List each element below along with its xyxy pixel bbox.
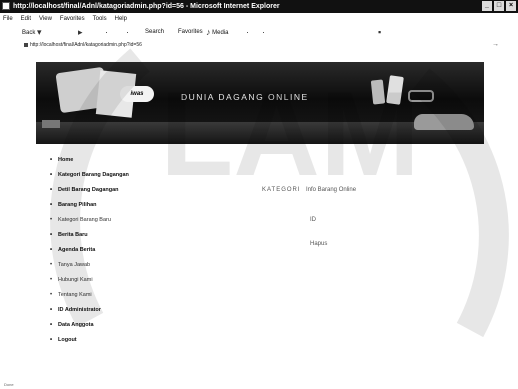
nav-item-label: Detil Barang Dagangan — [58, 187, 119, 193]
menu-favorites[interactable]: Favorites — [60, 14, 85, 24]
title-bar: http://localhost/final/Adnl/katagoriadmi… — [0, 0, 518, 13]
bullet-icon: • — [50, 277, 53, 283]
nav-item-kategori-baru[interactable]: • Kategori Barang Baru — [50, 214, 111, 226]
media-icon: ♪ — [206, 27, 211, 37]
dropdown-icon: ▾ — [37, 27, 42, 37]
refresh-button[interactable]: · — [126, 25, 129, 41]
stop-icon: · — [105, 27, 108, 37]
category-value: Info Barang Online — [306, 187, 357, 193]
page-icon — [24, 43, 28, 47]
nav-item-label: ID Administrator — [58, 307, 101, 313]
history-button[interactable]: · — [246, 25, 249, 41]
bullet-icon: • — [50, 292, 53, 298]
back-button[interactable]: Back ▾ — [22, 25, 42, 41]
menu-file[interactable]: File — [3, 14, 13, 24]
nav-item-label: Agenda Berita — [58, 247, 96, 253]
category-label: KATEGORI — [262, 187, 301, 193]
browser-icon — [2, 2, 10, 10]
banner-car-image — [414, 114, 474, 130]
nav-item-label: Barang Pilihan — [58, 202, 97, 208]
toolbar: Back ▾ ▸ · · Search Favorites ♪ Media · … — [0, 25, 518, 40]
nav-item-admin[interactable]: • ID Administrator — [50, 304, 101, 316]
nav-item-label: Data Anggota — [58, 322, 94, 328]
maximize-icon[interactable]: □ — [494, 1, 504, 11]
mail-button[interactable]: · — [262, 25, 265, 41]
menu-edit[interactable]: Edit — [21, 14, 31, 24]
menu-bar: File Edit View Favorites Tools Help — [0, 14, 518, 24]
id-label: ID — [310, 217, 316, 223]
menu-help[interactable]: Help — [115, 14, 127, 24]
minimize-icon[interactable]: _ — [482, 1, 492, 11]
banner-left-tab — [42, 120, 60, 128]
address-bar: http://localhost/final/Adnl/katagoriadmi… — [0, 40, 518, 50]
stop-button[interactable]: · — [105, 25, 108, 41]
banner-phone-image — [370, 79, 386, 105]
menu-view[interactable]: View — [39, 14, 52, 24]
favorites-label: Favorites — [178, 29, 203, 35]
forward-icon: ▸ — [78, 27, 83, 37]
nav-item-home[interactable]: • Home — [50, 154, 73, 166]
nav-item-pilihan[interactable]: • Barang Pilihan — [50, 199, 97, 211]
bullet-icon: • — [50, 172, 53, 178]
nav-item-detil[interactable]: • Detil Barang Dagangan — [50, 184, 119, 196]
nav-item-label: Home — [58, 157, 74, 163]
nav-item-kategori[interactable]: • Kategori Barang Dagangan — [50, 169, 129, 181]
window-controls: _ □ × — [482, 1, 516, 11]
nav-item-anggota[interactable]: • Data Anggota — [50, 319, 94, 331]
bullet-icon: • — [50, 307, 53, 313]
banner-phone-image — [386, 75, 404, 105]
nav-item-berita[interactable]: • Berita Baru — [50, 229, 88, 241]
mail-icon: · — [262, 27, 265, 37]
menu-tools[interactable]: Tools — [93, 14, 107, 24]
bullet-icon: • — [50, 262, 53, 268]
banner-glasses-image — [408, 90, 434, 102]
search-label: Search — [145, 29, 165, 35]
banner-headline: DUNIA DAGANG ONLINE — [181, 92, 309, 102]
nav-item-label: Tentang Kami — [58, 292, 92, 298]
bullet-icon: • — [50, 187, 53, 193]
bullet-icon: • — [50, 337, 53, 343]
nav-item-label: Hubungi Kami — [58, 277, 93, 283]
status-text: Done — [4, 382, 14, 387]
nav-item-hubungi[interactable]: • Hubungi Kami — [50, 274, 93, 286]
forward-button[interactable]: ▸ — [78, 25, 83, 41]
bullet-icon: • — [50, 202, 53, 208]
bullet-icon: • — [50, 217, 53, 223]
go-icon[interactable]: → — [492, 40, 499, 50]
media-label: Media — [212, 30, 229, 36]
bullet-icon: • — [50, 232, 53, 238]
nav-item-agenda[interactable]: • Agenda Berita — [50, 244, 95, 256]
nav-item-tanya-jawab[interactable]: • Tanya Jawab — [50, 259, 90, 271]
nav-item-logout[interactable]: • Logout — [50, 334, 77, 346]
bullet-icon: • — [50, 322, 53, 328]
bullet-icon: • — [50, 157, 53, 163]
close-icon[interactable]: × — [506, 1, 516, 11]
print-button[interactable]: ▪ — [378, 25, 381, 41]
admin-nav: • Home • Kategori Barang Dagangan • Detil B… — [50, 154, 170, 354]
print-icon: ▪ — [378, 27, 382, 37]
nav-item-label: Berita Baru — [58, 232, 88, 238]
media-button[interactable]: ♪ Media — [206, 25, 229, 41]
back-label: Back — [22, 30, 36, 36]
nav-item-label: Kategori Barang Dagangan — [58, 172, 129, 178]
nav-item-tentang[interactable]: • Tentang Kami — [50, 289, 92, 301]
window-title: http://localhost/final/Adnl/katagoriadmi… — [13, 3, 280, 10]
nav-item-label: Logout — [58, 337, 77, 343]
search-button[interactable]: Search — [145, 25, 164, 40]
bullet-icon: • — [50, 247, 53, 253]
site-logo: iwas — [120, 86, 154, 102]
delete-link[interactable]: Hapus — [310, 240, 327, 248]
site-banner: iwas DUNIA DAGANG ONLINE — [36, 62, 484, 144]
favorites-button[interactable]: Favorites — [178, 25, 203, 40]
history-icon: · — [246, 27, 249, 37]
address-input[interactable]: http://localhost/final/Adnl/katagoriadmi… — [30, 40, 142, 50]
nav-item-label: Tanya Jawab — [58, 262, 91, 268]
refresh-icon: · — [126, 27, 129, 37]
nav-item-label: Kategori Barang Baru — [58, 217, 111, 223]
